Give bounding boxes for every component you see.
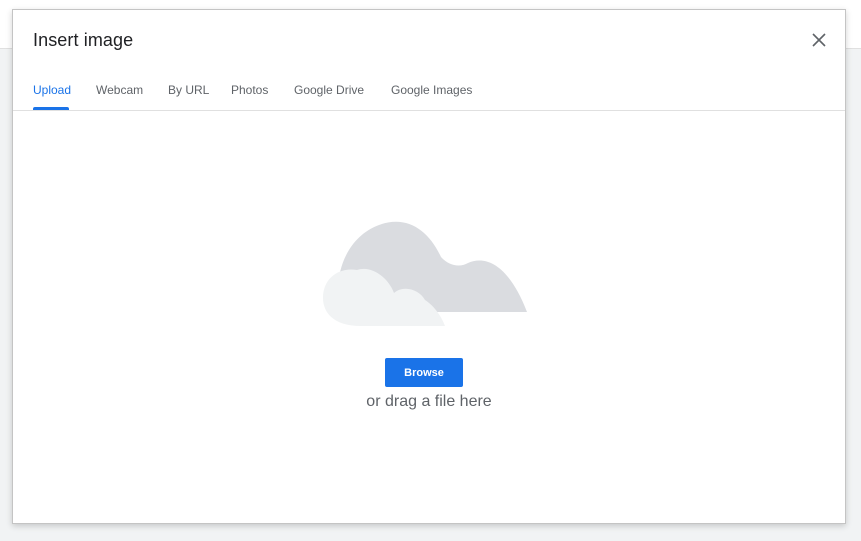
cloud-icon [323,221,527,326]
dialog-title: Insert image [33,30,134,50]
tab-google-drive[interactable]: Google Drive [294,83,364,97]
tab-upload[interactable]: Upload [33,83,71,97]
tab-webcam[interactable]: Webcam [96,83,143,97]
close-icon [812,33,826,47]
tab-by-url[interactable]: By URL [168,83,209,97]
tab-photos[interactable]: Photos [231,83,268,97]
drag-hint-text: or drag a file here [366,393,492,410]
tab-bar: Upload Webcam By URL Photos Google Drive… [13,72,845,111]
close-button[interactable] [807,28,831,52]
insert-image-dialog: Insert image Upload Webcam By URL Photos… [12,9,846,524]
browse-button[interactable]: Browse [385,358,463,387]
active-tab-indicator [33,107,69,110]
tab-google-images[interactable]: Google Images [391,83,472,97]
